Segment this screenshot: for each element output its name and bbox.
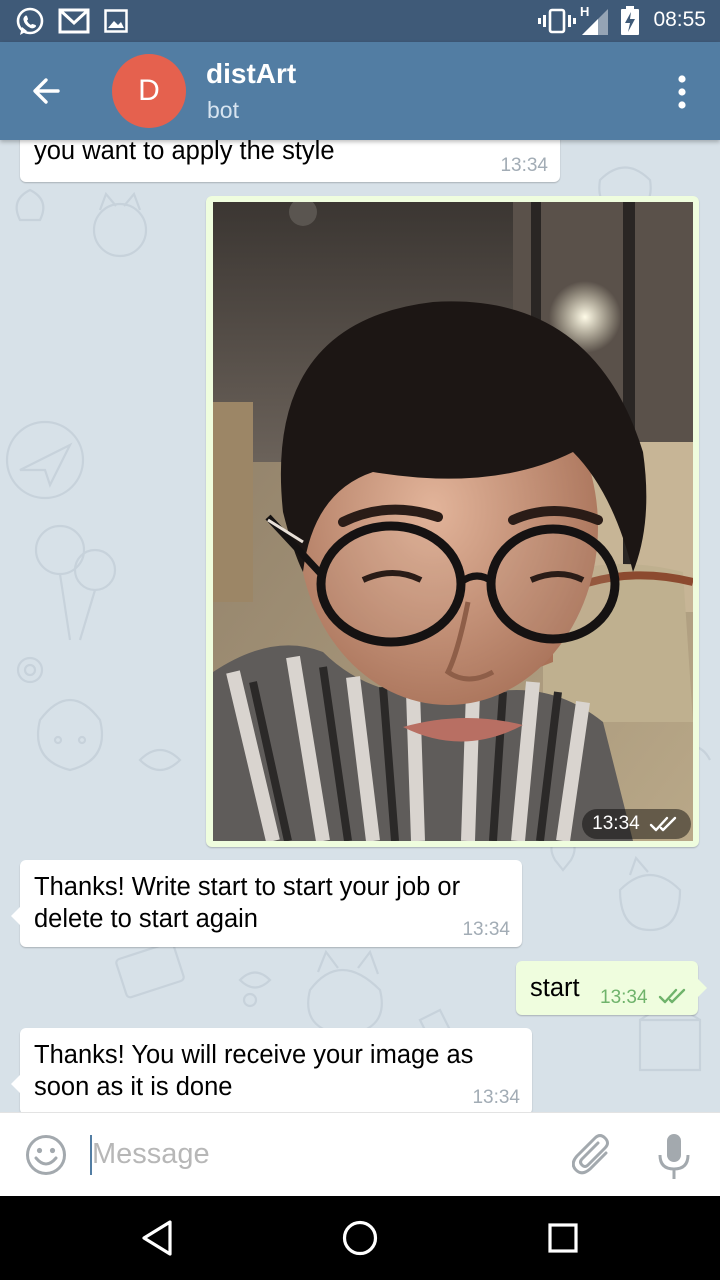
message-bubble-outgoing-photo[interactable]: 13:34 xyxy=(206,196,699,847)
status-bar: H 08:55 xyxy=(0,0,720,42)
message-input[interactable] xyxy=(92,1131,552,1177)
signal-icon xyxy=(582,9,608,35)
photo[interactable] xyxy=(213,202,693,841)
message-text: start xyxy=(530,974,580,1002)
paperclip-icon[interactable] xyxy=(572,1133,616,1179)
message-bubble-incoming[interactable]: you want to apply the style 13:34 xyxy=(20,140,560,182)
message-text: you want to apply the style xyxy=(34,140,335,165)
message-time: 13:34 xyxy=(600,987,648,1008)
back-triangle-icon[interactable] xyxy=(136,1216,180,1260)
chat-subtitle: bot xyxy=(207,97,239,123)
double-check-icon xyxy=(649,816,677,832)
message-text: Thanks! Write start to start your job or… xyxy=(34,873,461,933)
system-nav-bar xyxy=(0,1196,720,1280)
photo-time-badge: 13:34 xyxy=(582,809,691,839)
bubble-tail xyxy=(11,1074,21,1094)
more-vert-icon[interactable] xyxy=(670,72,694,112)
recents-square-icon[interactable] xyxy=(541,1216,585,1260)
message-time: 13:34 xyxy=(472,1087,520,1108)
message-time: 13:34 xyxy=(592,813,640,834)
bubble-tail xyxy=(11,906,21,926)
selfie-image xyxy=(213,202,693,841)
chat-header: D distArt bot xyxy=(0,42,720,140)
emoji-icon[interactable] xyxy=(24,1133,68,1177)
bubble-tail xyxy=(697,978,707,998)
home-circle-icon[interactable] xyxy=(338,1216,382,1260)
gallery-icon xyxy=(104,9,128,33)
gmail-icon xyxy=(58,8,90,34)
message-time: 13:34 xyxy=(462,919,510,940)
status-time: 08:55 xyxy=(653,8,706,31)
avatar[interactable]: D xyxy=(112,54,186,128)
message-bubble-incoming[interactable]: Thanks! Write start to start your job or… xyxy=(11,860,522,947)
whatsapp-icon xyxy=(16,7,44,35)
chat-area[interactable]: you want to apply the style 13:34 13:34 … xyxy=(0,140,720,1112)
battery-charging-icon xyxy=(621,6,639,35)
message-text: Thanks! You will receive your image as s… xyxy=(34,1041,474,1101)
mic-icon[interactable] xyxy=(656,1133,692,1181)
arrow-left-icon[interactable] xyxy=(22,68,74,114)
message-bubble-outgoing[interactable]: start 13:34 xyxy=(516,961,707,1015)
vibrate-icon xyxy=(538,8,576,34)
message-composer xyxy=(0,1112,720,1196)
message-bubble-incoming[interactable]: Thanks! You will receive your image as s… xyxy=(11,1028,532,1112)
double-check-icon xyxy=(658,988,686,1004)
message-time: 13:34 xyxy=(500,155,548,176)
chat-title[interactable]: distArt xyxy=(206,58,296,90)
